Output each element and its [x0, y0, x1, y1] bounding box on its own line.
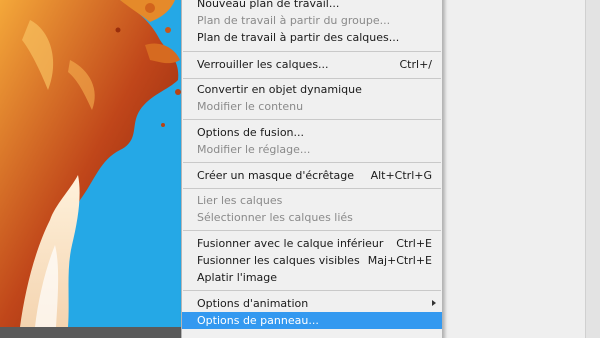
menu-item-shortcut: Alt+Ctrl+G	[370, 169, 432, 182]
menu-item-lock-layers[interactable]: Verrouiller les calques... Ctrl+/	[182, 56, 442, 73]
menu-item-blending-options[interactable]: Options de fusion...	[182, 124, 442, 141]
panel-vertical-scrollbar[interactable]	[585, 0, 600, 338]
splash-image	[0, 0, 200, 327]
menu-item-label: Fusionner avec le calque inférieur	[197, 237, 384, 250]
menu-item-shortcut: Maj+Ctrl+E	[367, 254, 432, 267]
menu-item-label: Options de panneau...	[197, 314, 319, 327]
menu-item-label: Plan de travail à partir des calques...	[197, 31, 400, 44]
menu-item-select-linked-layers: Sélectionner les calques liés	[182, 209, 442, 226]
menu-item-link-layers: Lier les calques	[182, 192, 442, 209]
menu-item-edit-adjustment: Modifier le réglage...	[182, 141, 442, 158]
menu-separator	[183, 230, 441, 231]
menu-item-label: Fusionner les calques visibles	[197, 254, 360, 267]
document-canvas[interactable]	[0, 0, 200, 327]
menu-separator	[183, 119, 441, 120]
menu-item-shortcut: Ctrl+/	[399, 58, 433, 71]
menu-item-label: Modifier le contenu	[197, 100, 304, 113]
canvas-horizontal-scrollbar[interactable]	[0, 327, 200, 338]
menu-item-panel-options[interactable]: Options de panneau...	[182, 312, 442, 329]
submenu-arrow-icon	[432, 300, 436, 306]
menu-item-label: Créer un masque d'écrêtage	[197, 169, 355, 182]
menu-item-artboard-from-group: Plan de travail à partir du groupe...	[182, 12, 442, 29]
menu-separator	[183, 188, 441, 189]
menu-item-animation-options[interactable]: Options d'animation	[182, 295, 442, 312]
menu-item-label: Options de fusion...	[197, 126, 305, 139]
menu-item-label: Plan de travail à partir du groupe...	[197, 14, 391, 27]
menu-separator	[183, 290, 441, 291]
menu-item-edit-contents: Modifier le contenu	[182, 98, 442, 115]
menu-item-merge-visible[interactable]: Fusionner les calques visibles Maj+Ctrl+…	[182, 252, 442, 269]
menu-item-label: Sélectionner les calques liés	[197, 211, 353, 224]
menu-item-label: Options d'animation	[197, 297, 309, 310]
menu-item-new-artboard[interactable]: Nouveau plan de travail...	[182, 0, 442, 12]
menu-item-label: Modifier le réglage...	[197, 143, 311, 156]
menu-item-label: Lier les calques	[197, 194, 283, 207]
menu-item-flatten-image[interactable]: Aplatir l'image	[182, 269, 442, 286]
menu-separator	[183, 162, 441, 163]
menu-item-label: Verrouiller les calques...	[197, 58, 329, 71]
menu-item-convert-smart-object[interactable]: Convertir en objet dynamique	[182, 81, 442, 98]
menu-item-label: Nouveau plan de travail...	[197, 0, 340, 10]
menu-item-label: Aplatir l'image	[197, 271, 278, 284]
menu-separator	[183, 78, 441, 79]
photoshop-window: Nouveau plan de travail... Plan de trava…	[0, 0, 600, 338]
menu-item-shortcut: Ctrl+E	[396, 237, 432, 250]
layers-panel-background	[441, 0, 600, 338]
menu-item-label: Convertir en objet dynamique	[197, 83, 362, 96]
menu-item-artboard-from-layers[interactable]: Plan de travail à partir des calques...	[182, 29, 442, 46]
menu-item-merge-down[interactable]: Fusionner avec le calque inférieur Ctrl+…	[182, 235, 442, 252]
menu-separator	[183, 51, 441, 52]
layers-context-menu: Nouveau plan de travail... Plan de trava…	[181, 0, 443, 338]
menu-item-create-clipping-mask[interactable]: Créer un masque d'écrêtage Alt+Ctrl+G	[182, 167, 442, 184]
